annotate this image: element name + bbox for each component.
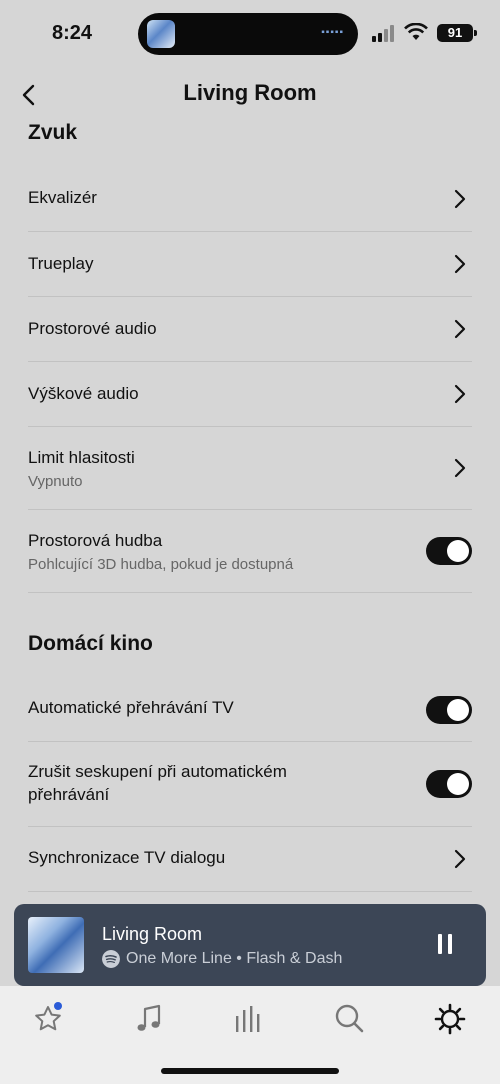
row-label: Ekvalizér <box>28 188 97 207</box>
tv-autoplay-toggle[interactable] <box>426 696 472 724</box>
row-equalizer[interactable]: Ekvalizér <box>28 166 472 232</box>
row-tv-autoplay: Automatické přehrávání TV <box>28 677 472 742</box>
nav-bar: Living Room <box>0 70 500 120</box>
battery-tip <box>474 30 477 36</box>
dynamic-island[interactable]: ▪▪▪▪▪ <box>138 13 358 55</box>
row-trueplay[interactable]: Trueplay <box>28 232 472 297</box>
toggle-knob <box>447 540 469 562</box>
spotify-icon <box>102 950 120 968</box>
favorites-icon[interactable] <box>33 1002 67 1036</box>
battery-icon: 91 <box>437 24 473 42</box>
row-label: Limit hlasitosti <box>28 448 135 467</box>
island-waveform-icon: ▪▪▪▪▪ <box>321 27 344 38</box>
row-label: Prostorové audio <box>28 319 157 338</box>
row-label: Prostorová hudba <box>28 531 163 550</box>
row-spatial-audio[interactable]: Prostorové audio <box>28 297 472 362</box>
page-title: Living Room <box>183 80 317 105</box>
chevron-right-icon <box>454 254 466 274</box>
chevron-right-icon <box>454 189 466 209</box>
status-bar: 8:24 ▪▪▪▪▪ 91 <box>0 0 500 70</box>
status-time: 8:24 <box>52 22 93 44</box>
toggle-knob <box>447 773 469 795</box>
now-playing-bar[interactable]: Living Room One More Line • Flash & Dash <box>14 904 486 986</box>
section-title-sound: Zvuk <box>28 121 78 144</box>
album-art <box>28 917 84 973</box>
now-playing-track: One More Line • Flash & Dash <box>126 950 343 967</box>
now-playing-room: Living Room <box>102 924 203 944</box>
ungroup-autoplay-toggle[interactable] <box>426 770 472 798</box>
row-label-line1: Zrušit seskupení při automatickém <box>28 762 287 781</box>
row-spatial-music: Prostorová hudba Pohlcující 3D hudba, po… <box>28 510 472 593</box>
chevron-right-icon <box>454 384 466 404</box>
settings-icon[interactable] <box>433 1002 467 1036</box>
row-value: Vypnuto <box>28 473 83 490</box>
search-icon[interactable] <box>333 1002 367 1036</box>
chevron-right-icon <box>454 458 466 478</box>
pause-icon-bar <box>448 934 452 954</box>
row-label-line2: přehrávání <box>28 785 110 804</box>
row-ungroup-on-autoplay: Zrušit seskupení při automatickém přehrá… <box>28 742 472 827</box>
toggle-knob <box>447 699 469 721</box>
row-tv-dialog-sync[interactable]: Synchronizace TV dialogu <box>28 827 472 892</box>
spatial-music-toggle[interactable] <box>426 537 472 565</box>
cellular-signal-icon <box>372 25 398 42</box>
pause-button[interactable] <box>436 934 456 956</box>
chevron-right-icon <box>454 849 466 869</box>
music-icon[interactable] <box>133 1002 167 1036</box>
row-label: Trueplay <box>28 254 94 273</box>
home-indicator <box>161 1068 339 1074</box>
wifi-icon <box>404 23 428 40</box>
row-label: Synchronizace TV dialogu <box>28 848 226 867</box>
section-title-home-theater: Domácí kino <box>28 632 153 655</box>
row-label: Automatické přehrávání TV <box>28 698 234 717</box>
notification-badge <box>54 1002 62 1010</box>
row-description: Pohlcující 3D hudba, pokud je dostupná <box>28 556 294 573</box>
row-height-audio[interactable]: Výškové audio <box>28 362 472 427</box>
island-album-art <box>147 20 175 48</box>
row-label: Výškové audio <box>28 384 139 403</box>
chevron-right-icon <box>454 319 466 339</box>
row-volume-limit[interactable]: Limit hlasitosti Vypnuto <box>28 427 472 510</box>
pause-icon-bar <box>438 934 442 954</box>
rooms-icon[interactable] <box>233 1002 267 1036</box>
